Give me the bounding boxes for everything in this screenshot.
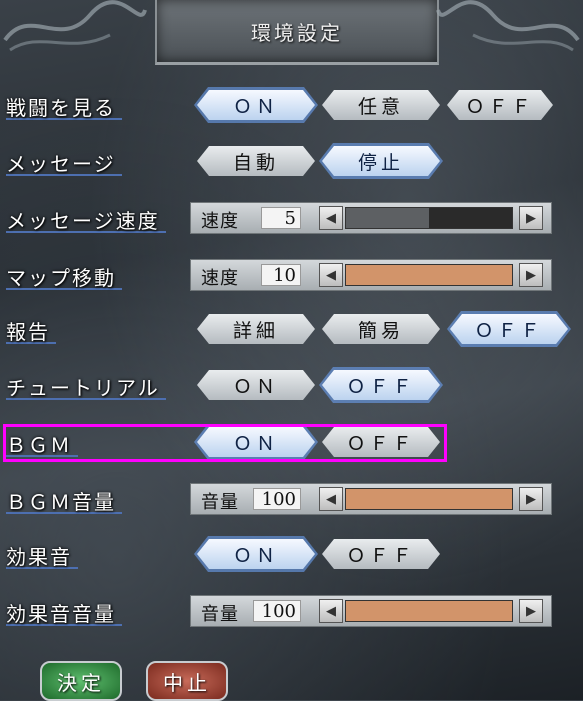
page-title: 環境設定	[251, 20, 343, 45]
row-label: 効果音	[6, 541, 78, 569]
decrease-arrow-icon[interactable]: ◀	[319, 206, 343, 230]
report-simple-button[interactable]: 簡易	[322, 314, 440, 344]
option-wrap: ＯＦＦ	[322, 539, 440, 569]
report-off-button[interactable]: ＯＦＦ	[450, 314, 568, 344]
slider-track[interactable]	[345, 488, 513, 510]
map-move-speed-slider[interactable]: 速度 10 ◀ ▶	[190, 259, 552, 291]
option-wrap: 詳細	[197, 314, 315, 344]
bgm-volume-slider[interactable]: 音量 100 ◀ ▶	[190, 483, 552, 515]
option-wrap: ＯＮ	[197, 539, 315, 569]
row-label: メッセージ	[6, 148, 122, 176]
slider-track[interactable]	[345, 600, 513, 622]
slider-label: 速度	[201, 211, 239, 232]
battle-view-off-button[interactable]: ＯＦＦ	[447, 90, 553, 120]
row-map-move: マップ移動 速度 10 ◀ ▶	[0, 256, 583, 296]
row-message: メッセージ 自動 停止	[0, 142, 583, 182]
battle-view-optional-button[interactable]: 任意	[322, 90, 440, 120]
dragon-ornament-left-icon	[3, 0, 147, 52]
row-label: 戦闘を見る	[6, 92, 122, 120]
option-wrap: ＯＦＦ	[322, 370, 440, 400]
slider-track[interactable]	[345, 264, 513, 286]
sound-effect-volume-slider[interactable]: 音量 100 ◀ ▶	[190, 595, 552, 627]
option-wrap: ＯＮ	[197, 370, 315, 400]
row-battle-view: 戦闘を見る ＯＮ 任意 ＯＦＦ	[0, 86, 583, 126]
option-wrap: ＯＦＦ	[450, 314, 568, 344]
decrease-arrow-icon[interactable]: ◀	[319, 263, 343, 287]
cancel-button[interactable]: 中止	[146, 661, 228, 701]
decrease-arrow-icon[interactable]: ◀	[319, 487, 343, 511]
option-wrap: 簡易	[322, 314, 440, 344]
slider-value: 10	[261, 264, 301, 286]
slider-fill	[346, 489, 512, 509]
slider-value: 100	[253, 488, 301, 510]
slider-fill	[346, 601, 512, 621]
slider-label: 音量	[201, 604, 239, 625]
slider-track[interactable]	[345, 207, 513, 229]
increase-arrow-icon[interactable]: ▶	[519, 487, 543, 511]
option-wrap: 任意	[322, 90, 440, 120]
slider-value: 5	[261, 207, 301, 229]
row-report: 報告 詳細 簡易 ＯＦＦ	[0, 310, 583, 350]
slider-label: 速度	[201, 268, 239, 289]
slider-fill	[346, 265, 512, 285]
row-message-speed: メッセージ速度 速度 5 ◀ ▶	[0, 199, 583, 239]
message-stop-button[interactable]: 停止	[322, 146, 440, 176]
bgm-row-highlight	[3, 424, 447, 462]
option-wrap: ＯＮ	[197, 90, 315, 120]
row-label: 効果音音量	[6, 598, 122, 626]
row-bgm-volume: ＢＧＭ音量 音量 100 ◀ ▶	[0, 480, 583, 520]
slider-label: 音量	[201, 492, 239, 513]
row-tutorial: チュートリアル ＯＮ ＯＦＦ	[0, 366, 583, 406]
tutorial-on-button[interactable]: ＯＮ	[197, 370, 315, 400]
increase-arrow-icon[interactable]: ▶	[519, 206, 543, 230]
increase-arrow-icon[interactable]: ▶	[519, 263, 543, 287]
dragon-ornament-right-icon	[436, 0, 580, 52]
report-detail-button[interactable]: 詳細	[197, 314, 315, 344]
sound-effect-off-button[interactable]: ＯＦＦ	[322, 539, 440, 569]
row-sound-effect: 効果音 ＯＮ ＯＦＦ	[0, 535, 583, 575]
option-wrap: 自動	[197, 146, 315, 176]
row-label: 報告	[6, 316, 56, 344]
row-label: ＢＧＭ音量	[6, 486, 122, 514]
row-sound-effect-volume: 効果音音量 音量 100 ◀ ▶	[0, 592, 583, 632]
decrease-arrow-icon[interactable]: ◀	[319, 599, 343, 623]
message-speed-slider[interactable]: 速度 5 ◀ ▶	[190, 202, 552, 234]
message-auto-button[interactable]: 自動	[197, 146, 315, 176]
slider-fill	[346, 208, 429, 228]
increase-arrow-icon[interactable]: ▶	[519, 599, 543, 623]
confirm-button[interactable]: 決定	[40, 661, 122, 701]
slider-value: 100	[253, 600, 301, 622]
sound-effect-on-button[interactable]: ＯＮ	[197, 539, 315, 569]
battle-view-on-button[interactable]: ＯＮ	[197, 90, 315, 120]
option-wrap: ＯＦＦ	[447, 90, 553, 120]
row-label: メッセージ速度	[6, 205, 166, 233]
title-banner: 環境設定	[155, 0, 439, 65]
row-label: チュートリアル	[6, 372, 166, 400]
option-wrap: 停止	[322, 146, 440, 176]
row-label: マップ移動	[6, 262, 122, 290]
tutorial-off-button[interactable]: ＯＦＦ	[322, 370, 440, 400]
